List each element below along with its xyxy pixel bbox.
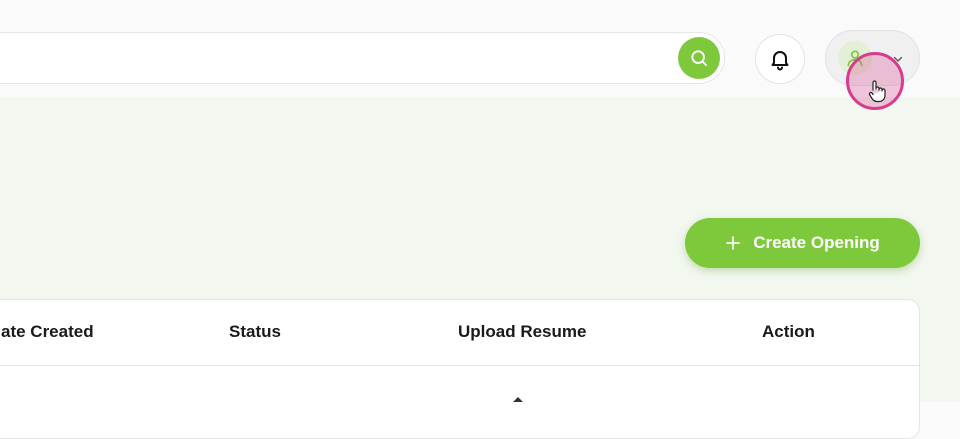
table-header-divider: [0, 365, 919, 366]
search-icon: [691, 50, 707, 67]
search-button[interactable]: [678, 37, 720, 79]
search-bar[interactable]: [0, 32, 725, 84]
column-header-status[interactable]: Status: [229, 322, 281, 342]
column-header-date-created[interactable]: ate Created: [1, 322, 94, 342]
bell-icon: [771, 51, 789, 71]
search-input[interactable]: [21, 43, 625, 75]
hand-pointer-icon: [868, 80, 886, 103]
openings-table: ate Created Status Upload Resume Action: [0, 299, 920, 439]
top-bar: [0, 0, 960, 97]
column-header-upload-resume[interactable]: Upload Resume: [458, 322, 586, 342]
plus-icon: [726, 236, 741, 250]
column-header-action[interactable]: Action: [762, 322, 815, 342]
caret-up-icon: [513, 397, 523, 402]
create-opening-label: Create Opening: [753, 233, 880, 252]
create-opening-button[interactable]: Create Opening: [685, 218, 920, 268]
notifications-button[interactable]: [755, 34, 805, 84]
